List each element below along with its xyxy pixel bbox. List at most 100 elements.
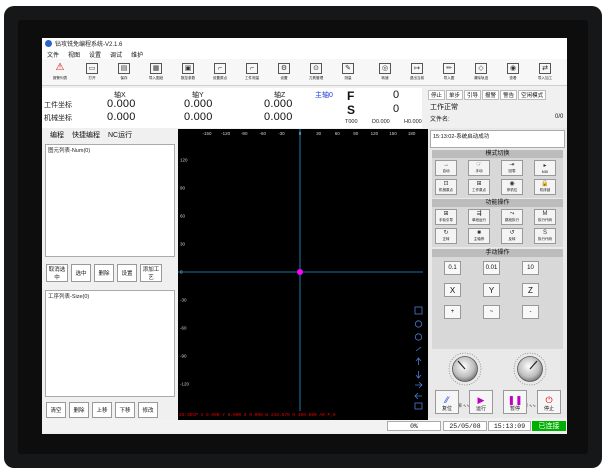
feed-override-knob[interactable] (513, 352, 547, 386)
s-code-button[interactable]: S 执行代码 (534, 228, 556, 244)
work-origin-button[interactable]: ⊞ 工作原点 (468, 179, 490, 195)
single-block-label: 单段运行 (472, 218, 486, 222)
toolbar-spindle-button[interactable]: ◎ 转速 (370, 60, 400, 85)
y-tick-label: 90 (180, 186, 186, 191)
toolbar-label: 保存 (120, 75, 128, 80)
spindle-stop-button[interactable]: ■ 主轴停 (468, 228, 490, 244)
toolbar-open-button[interactable]: ▭ 打开 (77, 60, 107, 85)
step-10-button[interactable]: 10 (522, 261, 539, 275)
toolbar-import-process-button[interactable]: ⇄ 导入加工 (530, 60, 560, 85)
tool-icon: ⊙ (310, 62, 322, 74)
delete-primitive-button[interactable]: 删除 (94, 264, 114, 282)
axis-z-button[interactable]: Z (522, 283, 539, 297)
modify-process-button[interactable]: 修改 (138, 402, 158, 418)
jog-plus-button[interactable]: + (444, 305, 461, 319)
toolpath-viewport[interactable]: -150-120-90-60-300306090120150180 120906… (178, 129, 428, 421)
pause-icon: ❚❚ (507, 395, 523, 405)
move-up-button[interactable]: 上移 (92, 402, 112, 418)
toolbar-view-button[interactable]: ◉ 查看 (498, 60, 528, 85)
viewport-canvas[interactable]: -150-120-90-60-300306090120150180 120906… (178, 129, 428, 421)
single-block-icon: ⇶ (476, 211, 482, 217)
set-primitive-button[interactable]: 设置 (117, 264, 137, 282)
mode-manual-button[interactable]: ☞ 手动 (468, 160, 490, 176)
move-down-button[interactable]: 下移 (115, 402, 135, 418)
toolbar-probe-button[interactable]: ✎ 测量 (333, 60, 363, 85)
deselect-button[interactable]: 取消选中 (46, 264, 68, 282)
toolbar-label: 导入图纸 (148, 75, 164, 80)
menu-maintain[interactable]: 维护 (131, 50, 143, 59)
skip-icon: ⤳ (509, 211, 515, 217)
machine-origin-button[interactable]: ⊡ 机械原点 (435, 179, 457, 195)
toolbar-workpiece-measure-button[interactable]: ⌐ 工件测量 (237, 60, 267, 85)
tab-nc-run[interactable]: NC运行 (108, 130, 132, 141)
axis-y-button[interactable]: Y (483, 283, 500, 297)
menu-settings[interactable]: 设置 (89, 50, 101, 59)
step-0.1-button[interactable]: 0.1 (444, 261, 461, 275)
status-tab-alarm[interactable]: 报警 (482, 90, 500, 100)
handwheel-guide-button[interactable]: ⊞ 手轮引导 (435, 209, 457, 225)
mode-auto-button[interactable]: → 自动 (435, 160, 457, 176)
app-logo-icon (45, 40, 52, 47)
single-block-button[interactable]: ⇶ 单段运行 (468, 209, 490, 225)
m-code-button[interactable]: M 执行代码 (534, 209, 556, 225)
stop-button[interactable]: ⏻ 停止 (537, 390, 561, 414)
clear-process-button[interactable]: 清空 (46, 402, 66, 418)
toolbar-import-drawing-button[interactable]: ✏ 导入图 (434, 60, 464, 85)
spindle-label: 主轴0 (315, 92, 333, 99)
pause-button[interactable]: ❚❚ 暂停 (503, 390, 527, 414)
menu-view[interactable]: 视图 (68, 50, 80, 59)
toolbar-set-origin-button[interactable]: ⌐ 设置原点 (205, 60, 235, 85)
mode-home-button[interactable]: ⇥ 回零 (501, 160, 523, 176)
jog-rapid-button[interactable]: ~ (483, 305, 500, 319)
toolbar-exit-current-button[interactable]: ↦ 退出当前 (402, 60, 432, 85)
spindle-override-knob[interactable] (448, 352, 482, 386)
status-tab-warning[interactable]: 警告 (500, 90, 518, 100)
toolbar-settings-button[interactable]: ⚙ 设置 (269, 60, 299, 85)
mode-mdi-button[interactable]: ▸ MDI (534, 160, 556, 176)
skip-block-button[interactable]: ⤳ 跳段执行 (501, 209, 523, 225)
process-list-header: 工序列表-Size(0) (48, 294, 90, 300)
run-button[interactable]: ▶ 运行 (469, 390, 493, 414)
delete-process-button[interactable]: 删除 (69, 402, 89, 418)
add-process-button[interactable]: 添加工艺 (140, 264, 162, 282)
status-tab-single-step[interactable]: 单步 (446, 90, 464, 100)
status-tab-stop[interactable]: 停止 (428, 90, 446, 100)
toolbar-label: 设置原点 (212, 75, 228, 80)
function-buttons: ⊞ 手轮引导 ⇶ 单段运行 ⤳ 跳段执行 M 执行代码 ↻ 正转 ■ 主轴停 ↺ 反转 S 执行… (432, 207, 563, 247)
toolbar-cnc-params-button[interactable]: ▣ 数控参数 (173, 60, 203, 85)
step-0.01-button[interactable]: 0.01 (483, 261, 500, 275)
spindle-stop-icon: ■ (477, 230, 481, 236)
park-position-button[interactable]: ◉ 停机位 (501, 179, 523, 195)
tab-quick-programming[interactable]: 快捷编程 (72, 130, 100, 141)
y-tick-label: -30 (180, 298, 187, 303)
spindle-cw-button[interactable]: ↻ 正转 (435, 228, 457, 244)
toolbar-label: 工件测量 (244, 75, 260, 80)
import-icon: ▦ (150, 62, 162, 74)
title-bar: 钻攻铣免编程系统-V2.1.6 (42, 38, 567, 49)
toolbar-import-button[interactable]: ▦ 导入图纸 (141, 60, 171, 85)
menu-debug[interactable]: 调试 (110, 50, 122, 59)
status-tab-idle-mode[interactable]: 空闲模式 (518, 90, 547, 100)
tab-programming[interactable]: 编程 (50, 130, 64, 141)
toolbar-save-button[interactable]: ▤ 保存 (109, 60, 139, 85)
toolbar-tool-manage-button[interactable]: ⊙ 刀具管理 (301, 60, 331, 85)
select-button[interactable]: 选中 (71, 264, 91, 282)
menu-file[interactable]: 文件 (47, 50, 59, 59)
connection-status: 已连接 (532, 421, 566, 431)
reset-button[interactable]: ⁄⁄ 复位 (435, 390, 459, 414)
toolbar-alarm-list-button[interactable]: ⚠ 报警列表 (45, 60, 75, 85)
jog-minus-button[interactable]: - (522, 305, 539, 319)
toolbar-label: 清除轨迹 (473, 75, 489, 80)
y-tick-label: 60 (180, 214, 186, 219)
m-code-icon: M (542, 211, 548, 217)
spindle-ccw-button[interactable]: ↺ 反转 (501, 228, 523, 244)
process-list[interactable]: 工序列表-Size(0) (45, 290, 175, 397)
status-tab-guide[interactable]: 引导 (464, 90, 482, 100)
machine-x-value: 0.000 (107, 111, 136, 123)
toolbar-label: 退出当前 (409, 75, 425, 80)
machine-lock-button[interactable]: 🔒 机床锁 (534, 179, 556, 195)
probe-icon: ✎ (342, 62, 354, 74)
primitive-list[interactable]: 图元列表-Num(0) (45, 144, 175, 257)
axis-x-button[interactable]: X (444, 283, 461, 297)
toolbar-clear-path-button[interactable]: ◇ 清除轨迹 (466, 60, 496, 85)
